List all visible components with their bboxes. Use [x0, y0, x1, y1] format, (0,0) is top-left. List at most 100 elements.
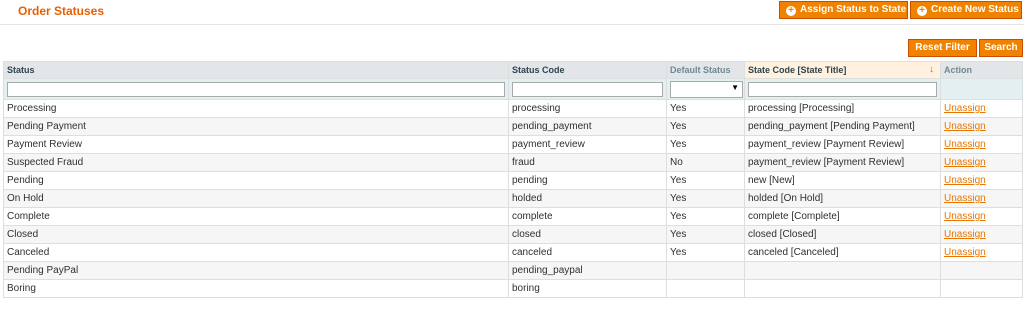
table-row[interactable]: Pending Payment pending_payment Yes pending… [3, 117, 1023, 136]
cell-status: Payment Review [3, 135, 509, 154]
cell-status-code: fraud [508, 153, 667, 172]
table-row[interactable]: On Hold holded Yes holded [On Hold] Unassign [3, 189, 1023, 208]
unassign-link[interactable]: Unassign [944, 139, 986, 150]
cell-default-status: Yes [666, 99, 745, 118]
cell-action: Unassign [940, 189, 1023, 208]
filter-cell-status [3, 78, 509, 100]
cell-state-code: pending_payment [Pending Payment] [744, 117, 941, 136]
unassign-link[interactable]: Unassign [944, 229, 986, 240]
cell-action [940, 261, 1023, 280]
table-row[interactable]: Pending pending Yes new [New] Unassign [3, 171, 1023, 190]
cell-state-code: canceled [Canceled] [744, 243, 941, 262]
unassign-link[interactable]: Unassign [944, 121, 986, 132]
cell-state-code: closed [Closed] [744, 225, 941, 244]
table-row[interactable]: Closed closed Yes closed [Closed] Unassign [3, 225, 1023, 244]
column-header-default-status: Default Status [666, 61, 745, 79]
cell-action: Unassign [940, 99, 1023, 118]
cell-action: Unassign [940, 207, 1023, 226]
unassign-link[interactable]: Unassign [944, 193, 986, 204]
unassign-link[interactable]: Unassign [944, 157, 986, 168]
cell-default-status: Yes [666, 207, 745, 226]
status-filter-input[interactable] [7, 81, 505, 97]
cell-status: Complete [3, 207, 509, 226]
filter-cell-action [940, 78, 1023, 100]
table-row[interactable]: Processing processing Yes processing [Proce… [3, 99, 1023, 118]
cell-status-code: pending_payment [508, 117, 667, 136]
cell-default-status: Yes [666, 117, 745, 136]
table-row[interactable]: Suspected Fraud fraud No payment_review [Pa… [3, 153, 1023, 172]
cell-default-status: Yes [666, 135, 745, 154]
cell-status-code: holded [508, 189, 667, 208]
cell-state-code: complete [Complete] [744, 207, 941, 226]
cell-status: Suspected Fraud [3, 153, 509, 172]
cell-status-code: pending_paypal [508, 261, 667, 280]
unassign-link[interactable]: Unassign [944, 103, 986, 114]
cell-state-code [744, 261, 941, 280]
cell-default-status: Yes [666, 171, 745, 190]
cell-action: Unassign [940, 135, 1023, 154]
order-statuses-grid: Status Status Code Default Status State … [3, 61, 1023, 298]
cell-status: Pending PayPal [3, 261, 509, 280]
cell-state-code: payment_review [Payment Review] [744, 153, 941, 172]
plus-circle-icon: + [786, 6, 796, 16]
dropdown-arrow-icon: ▼ [731, 82, 739, 92]
cell-action [940, 279, 1023, 298]
cell-status: Pending [3, 171, 509, 190]
unassign-link[interactable]: Unassign [944, 211, 986, 222]
cell-status-code: pending [508, 171, 667, 190]
cell-default-status [666, 261, 745, 280]
cell-default-status [666, 279, 745, 298]
cell-status-code: processing [508, 99, 667, 118]
status-code-filter-input[interactable] [512, 81, 663, 97]
cell-state-code: holded [On Hold] [744, 189, 941, 208]
create-new-status-button[interactable]: + Create New Status [910, 1, 1022, 19]
cell-state-code: processing [Processing] [744, 99, 941, 118]
table-row[interactable]: Boring boring [3, 279, 1023, 298]
cell-state-code [744, 279, 941, 298]
table-row[interactable]: Complete complete Yes complete [Complete] Un… [3, 207, 1023, 226]
column-header-action: Action [940, 61, 1023, 79]
cell-default-status: No [666, 153, 745, 172]
default-status-filter-select[interactable]: ▼ [670, 80, 743, 98]
page-title: Order Statuses [18, 4, 105, 18]
cell-default-status: Yes [666, 189, 745, 208]
search-button[interactable]: Search [979, 39, 1023, 57]
cell-status: Processing [3, 99, 509, 118]
filter-cell-code [508, 78, 667, 100]
cell-action: Unassign [940, 117, 1023, 136]
create-status-label: Create New Status [931, 4, 1019, 15]
cell-action: Unassign [940, 171, 1023, 190]
reset-filter-button[interactable]: Reset Filter [908, 39, 977, 57]
assign-status-to-state-button[interactable]: + Assign Status to State [779, 1, 908, 19]
cell-action: Unassign [940, 225, 1023, 244]
grid-body: Processing processing Yes processing [Proce… [3, 99, 1023, 298]
page-header: Order Statuses + Assign Status to State +… [0, 0, 1024, 25]
column-header-status-code[interactable]: Status Code [508, 61, 667, 79]
table-row[interactable]: Canceled canceled Yes canceled [Canceled] Un… [3, 243, 1023, 262]
cell-action: Unassign [940, 243, 1023, 262]
cell-state-code: payment_review [Payment Review] [744, 135, 941, 154]
cell-default-status: Yes [666, 243, 745, 262]
cell-default-status: Yes [666, 225, 745, 244]
cell-status-code: closed [508, 225, 667, 244]
state-code-header-label: State Code [State Title] [748, 65, 847, 75]
state-code-filter-input[interactable] [748, 81, 937, 97]
column-header-state-code[interactable]: State Code [State Title] ↓ [744, 61, 941, 79]
cell-status-code: boring [508, 279, 667, 298]
assign-status-label: Assign Status to State [800, 4, 907, 15]
cell-status: Pending Payment [3, 117, 509, 136]
plus-circle-icon: + [917, 6, 927, 16]
filter-cell-default: ▼ [666, 78, 745, 100]
unassign-link[interactable]: Unassign [944, 175, 986, 186]
cell-status: On Hold [3, 189, 509, 208]
sort-down-arrow-icon: ↓ [929, 64, 934, 75]
cell-status: Boring [3, 279, 509, 298]
cell-action: Unassign [940, 153, 1023, 172]
cell-status: Closed [3, 225, 509, 244]
table-row[interactable]: Payment Review payment_review Yes payment_r… [3, 135, 1023, 154]
cell-status: Canceled [3, 243, 509, 262]
cell-status-code: payment_review [508, 135, 667, 154]
column-header-status[interactable]: Status [3, 61, 509, 79]
table-row[interactable]: Pending PayPal pending_paypal [3, 261, 1023, 280]
unassign-link[interactable]: Unassign [944, 247, 986, 258]
